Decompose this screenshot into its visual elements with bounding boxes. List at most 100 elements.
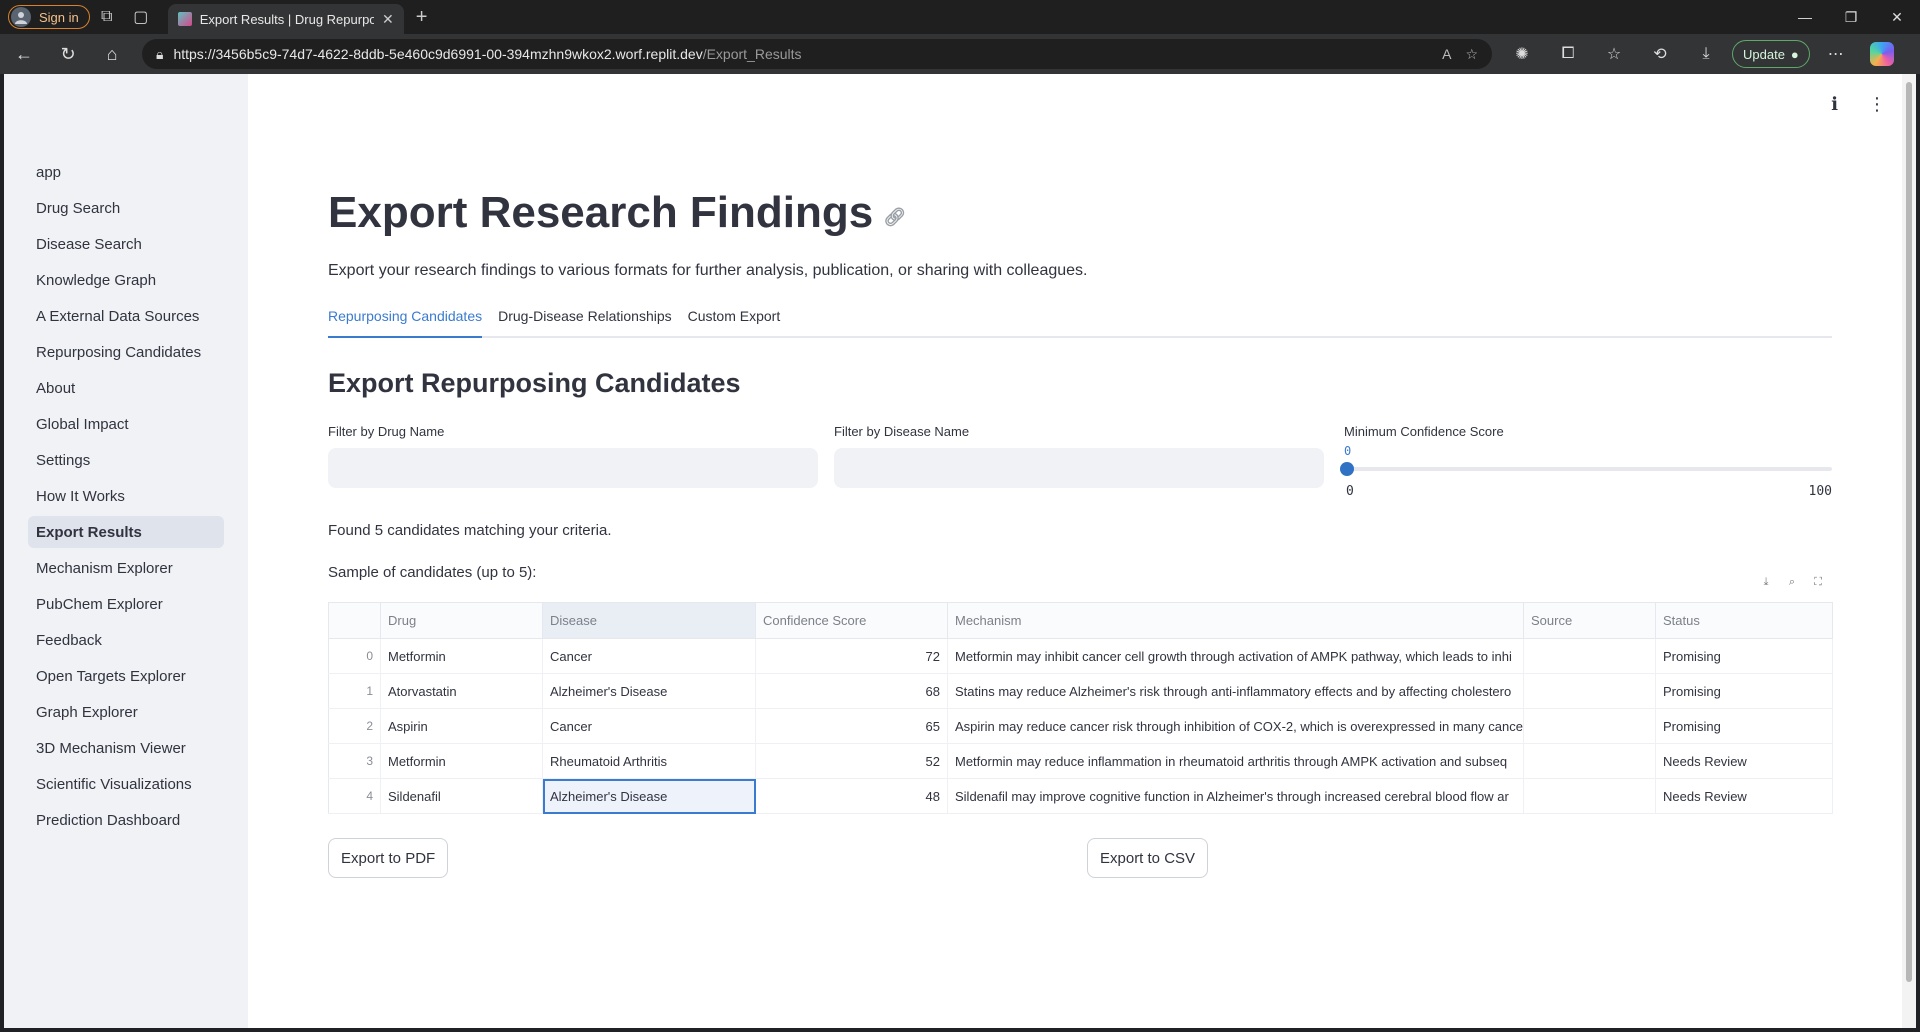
column-header-disease[interactable]: Disease [542, 602, 756, 639]
sidebar-item-repurposing-candidates[interactable]: Repurposing Candidates [28, 336, 224, 368]
reload-icon[interactable]: ↻ [48, 34, 88, 74]
table-cell[interactable]: Sildenafil may improve cognitive functio… [947, 778, 1524, 814]
tab-custom-export[interactable]: Custom Export [688, 302, 781, 338]
workspaces-icon[interactable]: ⧉ [90, 0, 124, 34]
table-row[interactable]: 4 Sildenafil Alzheimer's Disease 48 Sildenaf… [328, 778, 1833, 814]
candidates-table[interactable]: Drug Disease Confidence Score Mechanism Sour… [328, 602, 1833, 814]
sidebar-item-open-targets-explorer[interactable]: Open Targets Explorer [28, 660, 224, 692]
sidebar-item-app[interactable]: app [28, 156, 224, 188]
table-cell[interactable]: Aspirin may reduce cancer risk through i… [947, 708, 1524, 744]
disease-filter-input[interactable] [834, 448, 1324, 488]
table-cell[interactable]: 52 [755, 743, 948, 779]
table-cell[interactable] [1523, 708, 1656, 744]
search-icon[interactable]: ⌕ [1784, 574, 1800, 590]
favorites-icon[interactable]: ☆ [1594, 39, 1634, 69]
table-cell[interactable]: Cancer [542, 638, 756, 674]
table-cell[interactable]: Cancer [542, 708, 756, 744]
anchor-link-icon[interactable]: 🔗︎ [883, 207, 906, 228]
table-cell[interactable]: Atorvastatin [380, 673, 543, 709]
minimize-icon[interactable]: — [1782, 0, 1828, 34]
table-cell[interactable]: 65 [755, 708, 948, 744]
table-cell[interactable]: Alzheimer's Disease [542, 673, 756, 709]
table-cell[interactable]: 72 [755, 638, 948, 674]
close-window-icon[interactable]: ✕ [1874, 0, 1920, 34]
table-row[interactable]: 3 Metformin Rheumatoid Arthritis 52 Metformi… [328, 743, 1833, 779]
table-cell[interactable]: Rheumatoid Arthritis [542, 743, 756, 779]
browser-tab-active[interactable]: Export Results | Drug Repurposing ✕ [167, 4, 404, 34]
vertical-tabs-icon[interactable]: ▢ [124, 0, 158, 34]
home-icon[interactable]: ⌂ [92, 34, 132, 74]
confidence-slider-track[interactable] [1344, 467, 1832, 471]
sidebar-item-mechanism-explorer[interactable]: Mechanism Explorer [28, 552, 224, 584]
table-cell[interactable] [1523, 778, 1656, 814]
sidebar-item-global-impact[interactable]: Global Impact [28, 408, 224, 440]
back-icon[interactable]: ← [4, 34, 44, 74]
table-cell[interactable]: Aspirin [380, 708, 543, 744]
sidebar-item-knowledge-graph[interactable]: Knowledge Graph [28, 264, 224, 296]
table-cell[interactable]: Sildenafil [380, 778, 543, 814]
column-header-source[interactable]: Source [1523, 602, 1656, 639]
tab-repurposing-candidates[interactable]: Repurposing Candidates [328, 302, 483, 338]
fullscreen-icon[interactable]: ⛶ [1810, 574, 1826, 590]
table-cell[interactable]: Promising [1655, 708, 1833, 744]
drug-filter-input[interactable] [328, 448, 818, 488]
table-cell[interactable] [1523, 673, 1656, 709]
tab-drug-disease-relationships[interactable]: Drug-Disease Relationships [498, 302, 672, 338]
table-cell[interactable]: Metformin may inhibit cancer cell growth… [947, 638, 1524, 674]
sidebar-item-a-external-data-sources[interactable]: A External Data Sources [28, 300, 224, 332]
extensions-icon[interactable]: ⧠ [1548, 39, 1588, 69]
restore-icon[interactable]: ❐ [1828, 0, 1874, 34]
scrollbar[interactable] [1902, 74, 1916, 1028]
history-icon[interactable]: ⟲ [1640, 39, 1680, 69]
table-cell[interactable]: Metformin [380, 743, 543, 779]
table-cell[interactable]: Promising [1655, 673, 1833, 709]
table-row[interactable]: 1 Atorvastatin Alzheimer's Disease 68 Statin… [328, 673, 1833, 709]
export-csv-button[interactable]: Export to CSV [1087, 838, 1209, 878]
table-cell[interactable]: Metformin may reduce inflammation in rhe… [947, 743, 1524, 779]
sidebar-item-prediction-dashboard[interactable]: Prediction Dashboard [28, 804, 224, 836]
sidebar-item-drug-search[interactable]: Drug Search [28, 192, 224, 224]
sidebar-item-feedback[interactable]: Feedback [28, 624, 224, 656]
sidebar-item-pubchem-explorer[interactable]: PubChem Explorer [28, 588, 224, 620]
info-icon[interactable]: ℹ [1831, 94, 1838, 115]
sidebar-item-export-results[interactable]: Export Results [28, 516, 224, 548]
downloads-icon[interactable]: ⤓ [1686, 39, 1726, 69]
table-cell[interactable]: Alzheimer's Disease [542, 778, 756, 814]
read-aloud-icon[interactable]: A [1442, 46, 1451, 63]
sign-in-button[interactable]: Sign in [8, 5, 90, 29]
table-cell[interactable]: Needs Review [1655, 778, 1833, 814]
index-column-header[interactable] [328, 602, 381, 639]
more-menu-icon[interactable]: ⋯ [1816, 39, 1856, 69]
column-header-mechanism[interactable]: Mechanism [947, 602, 1524, 639]
sidebar-item-scientific-visualizations[interactable]: Scientific Visualizations [28, 768, 224, 800]
sidebar-item-3d-mechanism-viewer[interactable]: 3D Mechanism Viewer [28, 732, 224, 764]
sidebar-item-settings[interactable]: Settings [28, 444, 224, 476]
column-header-drug[interactable]: Drug [380, 602, 543, 639]
kebab-menu-icon[interactable]: ⋮ [1868, 94, 1886, 115]
table-cell[interactable]: 68 [755, 673, 948, 709]
confidence-slider-handle[interactable] [1340, 462, 1354, 476]
column-header-status[interactable]: Status [1655, 602, 1833, 639]
export-pdf-button[interactable]: Export to PDF [328, 838, 449, 878]
table-row[interactable]: 2 Aspirin Cancer 65 Aspirin may reduce cance… [328, 708, 1833, 744]
sidebar-item-graph-explorer[interactable]: Graph Explorer [28, 696, 224, 728]
copilot-icon[interactable] [1869, 42, 1894, 66]
table-cell[interactable] [1523, 638, 1656, 674]
new-tab-icon[interactable]: + [416, 6, 428, 29]
table-cell[interactable] [1523, 743, 1656, 779]
sidebar-item-disease-search[interactable]: Disease Search [28, 228, 224, 260]
sidebar-item-about[interactable]: About [28, 372, 224, 404]
table-cell[interactable]: 48 [755, 778, 948, 814]
address-bar[interactable]: 🔒︎ https://3456b5c9-74d7-4622-8ddb-5e460… [142, 39, 1492, 69]
table-row[interactable]: 0 Metformin Cancer 72 Metformin may inhibit … [328, 638, 1833, 674]
table-cell[interactable]: Statins may reduce Alzheimer's risk thro… [947, 673, 1524, 709]
table-cell[interactable]: Needs Review [1655, 743, 1833, 779]
column-header-confidence-score[interactable]: Confidence Score [755, 602, 948, 639]
table-cell[interactable]: Promising [1655, 638, 1833, 674]
copilot-sidebar-icon[interactable]: ✺ [1502, 39, 1542, 69]
table-cell[interactable]: Metformin [380, 638, 543, 674]
favorite-star-icon[interactable]: ☆ [1465, 46, 1478, 63]
close-tab-icon[interactable]: ✕ [382, 11, 394, 28]
sidebar-item-how-it-works[interactable]: How It Works [28, 480, 224, 512]
update-button[interactable]: Update ● [1732, 40, 1810, 68]
